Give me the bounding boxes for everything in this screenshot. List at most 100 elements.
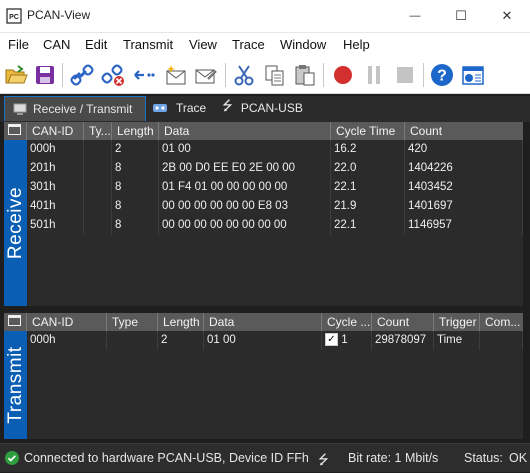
menu-edit[interactable]: Edit (85, 37, 107, 52)
pause-icon[interactable] (362, 63, 386, 87)
cell-cycle-time: 22.1 (331, 216, 405, 235)
menu-trace[interactable]: Trace (232, 37, 265, 52)
cell-type (84, 140, 112, 159)
cell-data: 01 00 (204, 331, 322, 350)
table-row[interactable]: 301h 8 01 F4 01 00 00 00 00 00 22.1 1403452 (27, 178, 523, 197)
svg-text:?: ? (437, 68, 447, 85)
table-row[interactable]: 000h 2 01 00 16.2 420 (27, 140, 523, 159)
cell-length: 8 (112, 197, 159, 216)
receive-side-panel: Receive (4, 140, 27, 306)
title-bar: PC PCAN-View — ☐ ✕ (0, 0, 530, 33)
bitrate-text: Bit rate: 1 Mbit/s (348, 451, 439, 465)
receive-transmit-icon (13, 103, 27, 115)
minimize-button[interactable]: — (392, 0, 438, 32)
table-row[interactable]: 000h 2 01 00 ✓ 1 29878097 Time (27, 331, 523, 350)
col-type[interactable]: Type (107, 313, 158, 331)
col-can-id[interactable]: CAN-ID (27, 122, 84, 140)
svg-text:PC: PC (9, 14, 19, 21)
tab-trace[interactable]: Trace (150, 96, 212, 120)
col-count[interactable]: Count (372, 313, 434, 331)
cell-comment (480, 331, 523, 350)
reset-icon[interactable] (132, 63, 156, 87)
cell-can-id: 301h (27, 178, 84, 197)
col-length[interactable]: Length (112, 122, 159, 140)
splitter[interactable] (4, 306, 523, 313)
cut-icon[interactable] (232, 63, 256, 87)
tab-pcan-usb[interactable]: ⭍ PCAN-USB (222, 96, 312, 120)
cell-data: 00 00 00 00 00 00 E8 03 (159, 197, 331, 216)
about-icon[interactable] (461, 63, 485, 87)
col-data[interactable]: Data (204, 313, 322, 331)
cell-can-id: 000h (27, 331, 107, 350)
col-can-id[interactable]: CAN-ID (27, 313, 107, 331)
transmit-header: CAN-ID Type Length Data Cycle ... Count … (4, 313, 523, 331)
col-data[interactable]: Data (159, 122, 331, 140)
connect-icon[interactable] (70, 63, 94, 87)
cell-can-id: 401h (27, 197, 84, 216)
table-row[interactable]: 201h 8 2B 00 D0 EE E0 2E 00 00 22.0 1404226 (27, 159, 523, 178)
tab-label: Receive / Transmit (33, 102, 133, 116)
menu-help[interactable]: Help (343, 37, 370, 52)
stop-icon[interactable] (393, 63, 417, 87)
cell-data: 00 00 00 00 00 00 00 00 (159, 216, 331, 235)
pcan-app-icon: PC (6, 8, 22, 24)
col-trigger[interactable]: Trigger (434, 313, 480, 331)
col-comment[interactable]: Com... (480, 313, 523, 331)
menu-window[interactable]: Window (280, 37, 326, 52)
table-row[interactable]: 401h 8 00 00 00 00 00 00 E8 03 21.9 1401697 (27, 197, 523, 216)
cell-cycle-time: 22.0 (331, 159, 405, 178)
col-count[interactable]: Count (405, 122, 523, 140)
cycle-checkbox[interactable]: ✓ (325, 333, 338, 347)
paste-icon[interactable] (293, 63, 317, 87)
col-cycle-time[interactable]: Cycle Time (331, 122, 405, 140)
receive-label: Receive (4, 186, 26, 260)
cell-can-id: 501h (27, 216, 84, 235)
cell-length: 2 (112, 140, 159, 159)
cell-length: 2 (158, 331, 204, 350)
cell-type (84, 178, 112, 197)
tab-receive-transmit[interactable]: Receive / Transmit (4, 96, 146, 121)
connected-check-icon (5, 451, 19, 465)
status-label: Status: (464, 451, 503, 465)
edit-message-icon[interactable] (194, 63, 218, 87)
col-cycle[interactable]: Cycle ... (322, 313, 372, 331)
save-icon[interactable] (33, 63, 57, 87)
cell-type (107, 331, 158, 350)
menu-view[interactable]: View (189, 37, 217, 52)
col-length[interactable]: Length (158, 313, 204, 331)
maximize-button[interactable]: ☐ (438, 0, 484, 32)
disconnect-icon[interactable] (101, 63, 125, 87)
cell-length: 8 (112, 159, 159, 178)
open-icon[interactable] (4, 63, 28, 87)
menu-can[interactable]: CAN (43, 37, 70, 52)
cell-cycle: ✓ 1 (322, 331, 372, 350)
window-title: PCAN-View (27, 8, 91, 22)
connection-status: Connected to hardware PCAN-USB, Device I… (24, 451, 309, 465)
cell-data: 01 00 (159, 140, 331, 159)
cell-count: 420 (405, 140, 523, 159)
cell-can-id: 201h (27, 159, 84, 178)
col-type[interactable]: Ty... (84, 122, 112, 140)
menu-file[interactable]: File (8, 37, 29, 52)
cycle-value: 1 (341, 334, 348, 346)
copy-icon[interactable] (263, 63, 287, 87)
tab-strip: Receive / Transmit Trace ⭍ PCAN-USB (0, 96, 530, 122)
close-button[interactable]: ✕ (484, 0, 530, 32)
cell-trigger: Time (434, 331, 480, 350)
cell-type (84, 216, 112, 235)
cell-data: 01 F4 01 00 00 00 00 00 (159, 178, 331, 197)
window-list-icon[interactable] (4, 313, 27, 331)
new-message-icon[interactable] (164, 63, 188, 87)
help-icon[interactable]: ? (430, 63, 454, 87)
menu-bar: File CAN Edit Transmit View Trace Window… (0, 33, 530, 58)
receive-header: CAN-ID Ty... Length Data Cycle Time Coun… (4, 122, 523, 140)
cell-can-id: 000h (27, 140, 84, 159)
table-row[interactable]: 501h 8 00 00 00 00 00 00 00 00 22.1 1146957 (27, 216, 523, 235)
cell-count: 29878097 (372, 331, 434, 350)
cell-cycle-time: 22.1 (331, 178, 405, 197)
window-list-icon[interactable] (4, 122, 27, 140)
record-icon[interactable] (331, 63, 355, 87)
menu-transmit[interactable]: Transmit (123, 37, 173, 52)
cell-length: 8 (112, 216, 159, 235)
transmit-label: Transmit (4, 346, 26, 424)
